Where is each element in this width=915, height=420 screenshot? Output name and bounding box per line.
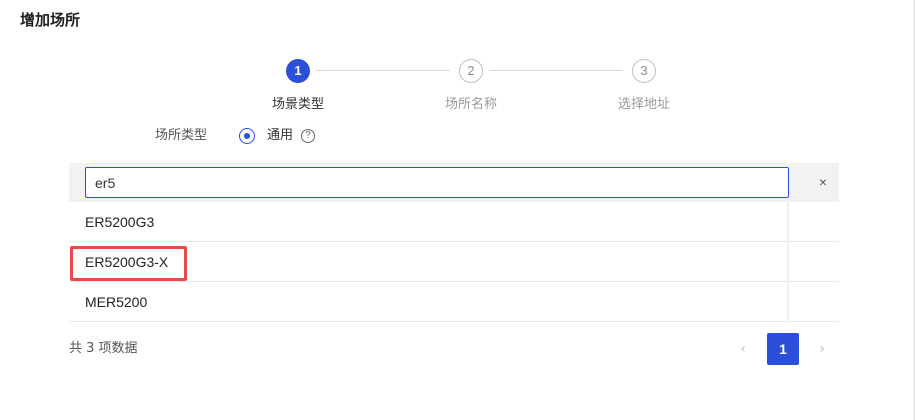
page-1-button[interactable]: 1 [767,333,799,365]
list-item-er5200g3[interactable]: ER5200G3 [69,202,839,242]
step-3-indicator: 3 [632,59,656,83]
question-circle-icon[interactable]: ? [301,129,315,143]
step-1-indicator: 1 [286,59,310,83]
add-venue-page: 增加场所 1 2 3 场景类型 场所名称 选择地址 场所类型 通用 ? × ER… [0,0,915,420]
step-connector-2 [489,70,623,71]
step-1-label: 场景类型 [271,97,324,112]
chevron-left-icon[interactable]: ‹ [735,339,751,359]
list-scrollbar[interactable] [787,202,789,322]
total-count: 共 3 项数据 [69,341,138,356]
clear-icon[interactable]: × [813,171,833,193]
list-item-mer5200[interactable]: MER5200 [69,282,839,322]
model-search-input[interactable] [85,167,789,198]
list-item-er5200g3-x[interactable]: ER5200G3-X [69,242,839,282]
search-bar: × [69,163,839,202]
step-2-label: 场所名称 [444,97,497,112]
step-connector-1 [316,70,450,71]
page-title: 增加场所 [20,11,81,29]
step-2-indicator: 2 [459,59,483,83]
stepper: 1 2 3 场景类型 场所名称 选择地址 [272,59,670,119]
general-radio-label[interactable]: 通用 [267,127,293,145]
general-radio[interactable] [239,128,255,144]
venue-type-label: 场所类型 [155,128,208,143]
chevron-right-icon[interactable]: › [814,339,830,359]
step-3-label: 选择地址 [617,97,670,112]
model-dropdown-panel: × ER5200G3 ER5200G3-X MER5200 [69,163,839,323]
